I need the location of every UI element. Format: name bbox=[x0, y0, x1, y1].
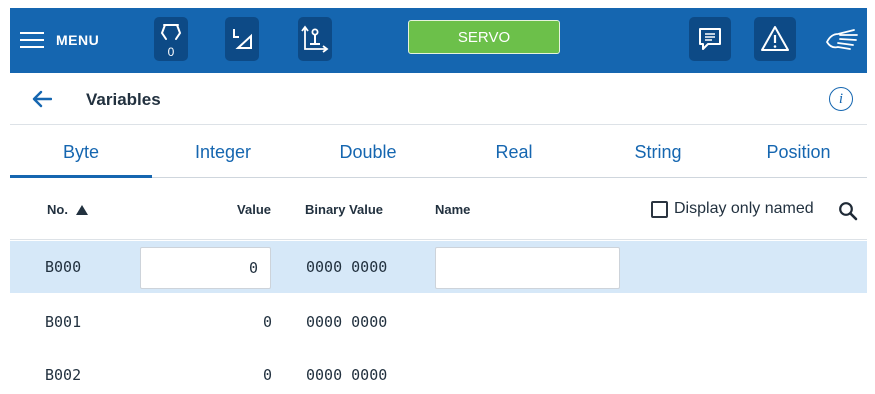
title-bar: Variables i bbox=[10, 73, 867, 125]
value-input[interactable]: 0 bbox=[140, 247, 271, 289]
hamburger-icon bbox=[20, 31, 44, 49]
hand-icon bbox=[826, 29, 858, 50]
menu-label: MENU bbox=[56, 32, 100, 48]
hand-guiding-button[interactable] bbox=[822, 22, 862, 56]
binary-value: 0000 0000 bbox=[306, 313, 388, 331]
table-row[interactable]: B000 0 0000 0000 bbox=[10, 241, 867, 293]
message-icon bbox=[699, 28, 721, 50]
coordinate-frame-icon bbox=[233, 29, 252, 49]
messages-button[interactable] bbox=[689, 17, 731, 61]
warning-icon bbox=[761, 26, 789, 51]
column-value-header: Value bbox=[237, 202, 271, 217]
tool-number: 0 bbox=[167, 45, 175, 59]
row-number: B000 bbox=[45, 258, 82, 276]
page-title: Variables bbox=[86, 90, 161, 109]
column-no-header[interactable]: No. bbox=[47, 202, 88, 217]
display-named-filter: Display only named bbox=[651, 200, 814, 218]
top-bar: MENU 0 SERVO bbox=[10, 8, 867, 73]
info-icon[interactable]: i bbox=[829, 87, 853, 111]
column-no-label: No. bbox=[47, 202, 68, 217]
tab-double[interactable]: Double bbox=[294, 126, 442, 178]
display-named-checkbox[interactable] bbox=[651, 200, 668, 218]
tab-position[interactable]: Position bbox=[730, 126, 867, 178]
tab-real[interactable]: Real bbox=[442, 126, 586, 178]
name-input[interactable] bbox=[435, 247, 620, 289]
robot-axes-button[interactable] bbox=[298, 17, 332, 61]
tab-string[interactable]: String bbox=[586, 126, 730, 178]
binary-value: 0000 0000 bbox=[306, 366, 388, 384]
row-number: B002 bbox=[45, 366, 82, 384]
search-icon[interactable] bbox=[838, 201, 858, 221]
display-named-label: Display only named bbox=[674, 200, 814, 217]
column-binary-header: Binary Value bbox=[305, 202, 384, 217]
alarm-button[interactable] bbox=[754, 17, 796, 61]
servo-button[interactable]: SERVO bbox=[408, 20, 560, 54]
tool-select-button[interactable]: 0 bbox=[154, 17, 188, 61]
table-header: No. Value Binary Value Name Display only… bbox=[10, 180, 867, 240]
variable-type-tabs: Byte Integer Double Real String Position bbox=[10, 126, 867, 178]
tab-integer[interactable]: Integer bbox=[152, 126, 294, 178]
pendant-screen: MENU 0 SERVO Variables i Byte Integer Do… bbox=[10, 8, 867, 394]
sort-ascending-icon bbox=[75, 205, 88, 215]
table-row[interactable]: B001 0 0000 0000 bbox=[10, 296, 867, 348]
row-value: 0 bbox=[262, 313, 272, 331]
row-value: 0 bbox=[262, 366, 272, 384]
robot-axes-icon bbox=[301, 25, 329, 53]
coordinate-frame-button[interactable] bbox=[225, 17, 259, 61]
gripper-icon bbox=[160, 24, 182, 40]
back-arrow-icon[interactable] bbox=[32, 90, 52, 108]
binary-value: 0000 0000 bbox=[306, 258, 388, 276]
menu-button[interactable]: MENU bbox=[20, 24, 99, 56]
table-row[interactable]: B002 0 0000 0000 bbox=[10, 349, 867, 394]
row-number: B001 bbox=[45, 313, 82, 331]
column-name-header: Name bbox=[435, 202, 471, 217]
tab-byte[interactable]: Byte bbox=[10, 126, 152, 178]
